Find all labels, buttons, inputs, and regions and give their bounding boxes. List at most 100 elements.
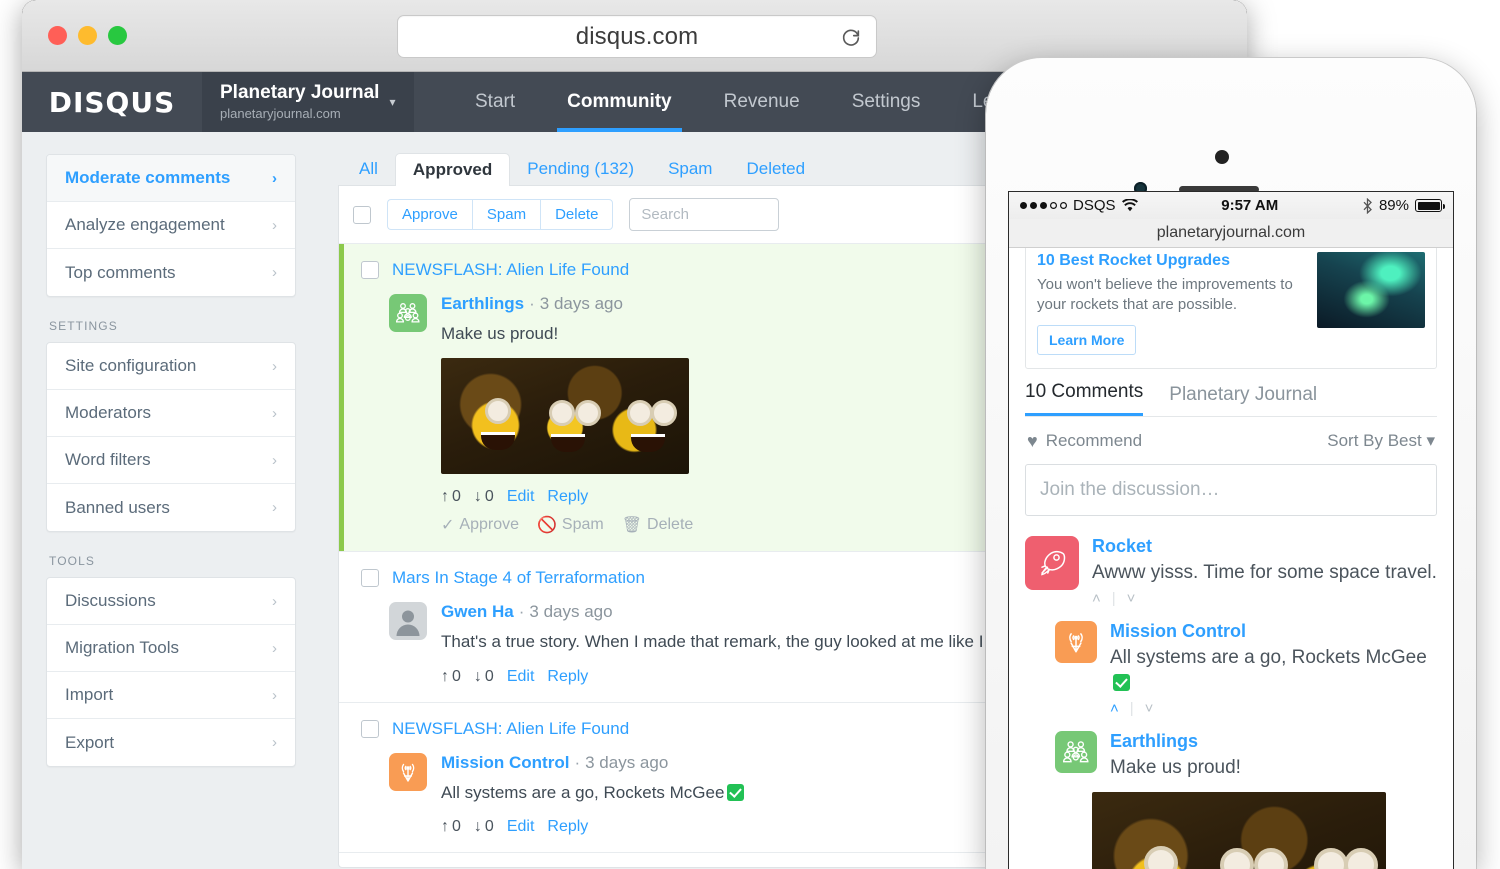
sidebar-item-migration-tools[interactable]: Migration Tools ›: [47, 625, 295, 672]
screenshot-stage: disqus.com DISQUS Planetary Journal: [0, 0, 1500, 869]
tab-pending[interactable]: Pending (132): [510, 152, 651, 186]
downvote-control[interactable]: ↓0: [474, 488, 494, 506]
promo-title[interactable]: 10 Best Rocket Upgrades: [1037, 252, 1305, 270]
downvote-control[interactable]: ↓0: [474, 668, 494, 686]
nav-item-start[interactable]: Start: [449, 72, 541, 132]
radio-tower-icon: [389, 753, 427, 791]
downvote-icon[interactable]: ˅: [1145, 700, 1154, 717]
bluetooth-icon: [1362, 198, 1373, 214]
search-input[interactable]: [629, 198, 779, 231]
comment-checkbox[interactable]: [361, 261, 379, 279]
sidebar-item-banned-users[interactable]: Banned users ›: [47, 484, 295, 531]
promo-card[interactable]: 10 Best Rocket Upgrades You won't believ…: [1025, 248, 1437, 369]
comment-thread-link[interactable]: NEWSFLASH: Alien Life Found: [392, 719, 629, 739]
sidebar-item-word-filters[interactable]: Word filters ›: [47, 437, 295, 484]
phone-comment-main: Mission Control All systems are a go, Ro…: [1110, 621, 1437, 717]
meta-separator: ·: [529, 294, 535, 313]
sidebar-item-label: Analyze engagement: [65, 215, 225, 235]
nav-item-settings[interactable]: Settings: [826, 72, 947, 132]
phone-url-bar[interactable]: planetaryjournal.com: [1009, 219, 1453, 248]
phone-vote-controls: ˄ | ˅: [1110, 700, 1437, 717]
sidebar-item-top-comments[interactable]: Top comments ›: [47, 249, 295, 296]
delete-action[interactable]: 🗑 Delete: [622, 515, 694, 535]
reload-icon[interactable]: [840, 26, 862, 48]
chevron-right-icon: ›: [272, 452, 277, 469]
comment-thread-link[interactable]: NEWSFLASH: Alien Life Found: [392, 260, 629, 280]
comment-author[interactable]: Mission Control: [441, 753, 569, 772]
phone-comment-text: Make us proud!: [1110, 755, 1437, 780]
sidebar-item-moderate-comments[interactable]: Moderate comments ›: [47, 155, 295, 202]
sidebar-item-label: Banned users: [65, 498, 170, 518]
phone-comment-image-minions[interactable]: [1092, 792, 1386, 869]
disqus-logo[interactable]: DISQUS: [22, 72, 202, 132]
bulk-spam-button[interactable]: Spam: [472, 199, 540, 230]
sidebar-item-export[interactable]: Export ›: [47, 719, 295, 766]
comment-image-minions[interactable]: [441, 358, 689, 474]
comment-checkbox[interactable]: [361, 569, 379, 587]
comment-thread-link[interactable]: Mars In Stage 4 of Terraformation: [392, 568, 645, 588]
downvote-icon[interactable]: ˅: [1127, 590, 1136, 607]
nav-item-community[interactable]: Community: [541, 72, 698, 132]
sidebar-item-label: Moderators: [65, 403, 151, 423]
sidebar-item-discussions[interactable]: Discussions ›: [47, 578, 295, 625]
upvote-control[interactable]: ↑0: [441, 818, 461, 836]
tab-all[interactable]: All: [342, 152, 395, 186]
tab-comments-count[interactable]: 10 Comments: [1025, 381, 1143, 416]
sidebar-item-site-configuration[interactable]: Site configuration ›: [47, 343, 295, 390]
upvote-control[interactable]: ↑0: [441, 668, 461, 686]
chevron-right-icon: ›: [272, 264, 277, 281]
phone-comment-composer[interactable]: [1025, 464, 1437, 516]
recommend-button[interactable]: ♥ Recommend: [1027, 431, 1142, 452]
tab-approved[interactable]: Approved: [395, 153, 510, 186]
sidebar-item-import[interactable]: Import ›: [47, 672, 295, 719]
window-controls: [48, 26, 127, 45]
reply-link[interactable]: Reply: [547, 818, 588, 836]
bulk-approve-button[interactable]: Approve: [387, 199, 472, 230]
spam-action[interactable]: 🚫Spam: [537, 515, 604, 535]
minimize-window-button[interactable]: [78, 26, 97, 45]
radio-tower-icon: [1055, 621, 1097, 663]
maximize-window-button[interactable]: [108, 26, 127, 45]
comment-author[interactable]: Earthlings: [441, 294, 524, 313]
reply-link[interactable]: Reply: [547, 488, 588, 506]
phone-comment-author[interactable]: Mission Control: [1110, 621, 1437, 642]
sidebar-item-analyze-engagement[interactable]: Analyze engagement ›: [47, 202, 295, 249]
upvote-control[interactable]: ↑0: [441, 488, 461, 506]
downvote-control[interactable]: ↓0: [474, 818, 494, 836]
select-all-checkbox[interactable]: [353, 206, 371, 224]
edit-link[interactable]: Edit: [507, 668, 535, 686]
trash-icon: 🗑: [622, 515, 642, 535]
phone-comment-author[interactable]: Rocket: [1092, 536, 1437, 557]
learn-more-button[interactable]: Learn More: [1037, 325, 1136, 355]
sort-by-dropdown[interactable]: Sort By Best ▾: [1327, 431, 1435, 451]
tab-planetary-journal[interactable]: Planetary Journal: [1169, 384, 1317, 416]
tab-spam[interactable]: Spam: [651, 152, 729, 186]
sidebar-item-label: Site configuration: [65, 356, 196, 376]
edit-link[interactable]: Edit: [507, 488, 535, 506]
nav-item-revenue[interactable]: Revenue: [698, 72, 826, 132]
chevron-down-icon[interactable]: ▾: [389, 95, 395, 109]
comment-timestamp: 3 days ago: [529, 602, 612, 621]
reply-link[interactable]: Reply: [547, 668, 588, 686]
comment-checkbox[interactable]: [361, 720, 379, 738]
phone-comment-bar: ♥ Recommend Sort By Best ▾: [1025, 417, 1437, 464]
check-icon: ✓: [441, 515, 454, 535]
bulk-delete-button[interactable]: Delete: [540, 199, 613, 230]
site-selector[interactable]: Planetary Journal planetaryjournal.com ▾: [202, 72, 414, 132]
address-bar[interactable]: disqus.com: [397, 15, 877, 58]
approve-action[interactable]: ✓ Approve: [441, 515, 519, 535]
phone-comment-author[interactable]: Earthlings: [1110, 731, 1437, 752]
white-check-mark-icon: [727, 784, 744, 801]
close-window-button[interactable]: [48, 26, 67, 45]
approve-label: Approve: [459, 516, 519, 534]
proximity-sensor-icon: [1215, 150, 1229, 164]
comment-author[interactable]: Gwen Ha: [441, 602, 514, 621]
tab-deleted[interactable]: Deleted: [729, 152, 822, 186]
edit-link[interactable]: Edit: [507, 818, 535, 836]
phone-vote-controls: ˄ | ˅: [1092, 590, 1437, 607]
upvote-icon[interactable]: ˄: [1092, 590, 1101, 607]
sidebar-item-moderators[interactable]: Moderators ›: [47, 390, 295, 437]
upvote-icon[interactable]: ˄: [1110, 700, 1119, 717]
phone-comment-tabs: 10 Comments Planetary Journal: [1025, 381, 1437, 417]
delete-label: Delete: [647, 516, 693, 534]
